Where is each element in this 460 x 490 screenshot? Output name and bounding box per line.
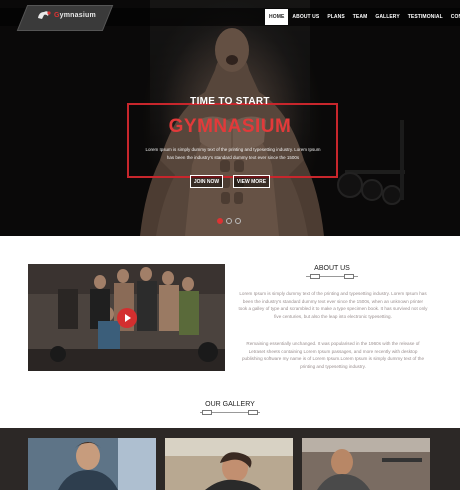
nav-home[interactable]: HOME bbox=[265, 9, 289, 25]
nav-contact[interactable]: CONTACT bbox=[447, 9, 460, 25]
dumbbell-arm-icon bbox=[38, 11, 51, 19]
about-title-divider bbox=[306, 274, 358, 279]
slider-dot-3[interactable] bbox=[235, 218, 241, 224]
main-menu: HOME ABOUT US PLANS TEAM GALLERY TESTIMO… bbox=[265, 9, 460, 25]
slider-dot-2[interactable] bbox=[226, 218, 232, 224]
hero-description: Lorem Ipsum is simply dummy text of the … bbox=[145, 147, 321, 160]
slider-dots bbox=[217, 218, 241, 224]
view-more-button[interactable]: VIEW MORE bbox=[233, 175, 270, 188]
gallery-title-divider bbox=[200, 410, 260, 415]
nav-gallery[interactable]: GALLERY bbox=[371, 9, 403, 25]
gallery-image-1[interactable] bbox=[28, 438, 156, 490]
about-paragraph-1: Lorem Ipsum is simply dummy text of the … bbox=[238, 291, 428, 320]
hero-kicker: TIME TO START bbox=[190, 96, 270, 107]
nav-plans[interactable]: PLANS bbox=[323, 9, 348, 25]
nav-team[interactable]: TEAM bbox=[349, 9, 372, 25]
play-video-button[interactable] bbox=[117, 308, 137, 328]
join-now-button[interactable]: JOIN NOW bbox=[190, 175, 223, 188]
page: Gymnasium HOME ABOUT US PLANS TEAM GALLE… bbox=[0, 0, 460, 490]
gallery-section-title: OUR GALLERY bbox=[205, 401, 255, 408]
hero-title: GYMNASIUM bbox=[168, 116, 292, 137]
gallery-image-2[interactable] bbox=[165, 438, 293, 490]
play-icon bbox=[125, 314, 131, 322]
about-section-title: ABOUT US bbox=[314, 265, 350, 272]
gallery-image-3[interactable] bbox=[302, 438, 430, 490]
nav-testimonial[interactable]: TESTIMONIAL bbox=[404, 9, 447, 25]
nav-about-us[interactable]: ABOUT US bbox=[288, 9, 323, 25]
slider-dot-1[interactable] bbox=[217, 218, 223, 224]
hero-frame bbox=[127, 103, 338, 178]
logo[interactable]: Gymnasium bbox=[36, 9, 96, 21]
about-paragraph-2: Remaining essentially unchanged. It was … bbox=[241, 341, 425, 370]
hero-slider: Gymnasium HOME ABOUT US PLANS TEAM GALLE… bbox=[0, 0, 460, 236]
